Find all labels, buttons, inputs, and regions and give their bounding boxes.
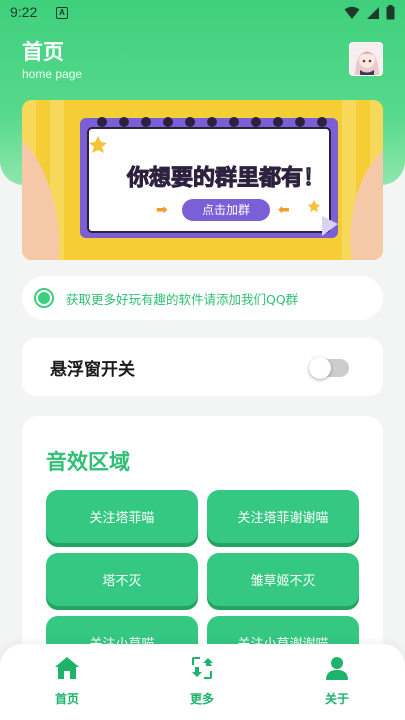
avatar-image <box>350 43 382 75</box>
tab-about-label: 关于 <box>324 692 349 706</box>
radio-dot-icon <box>34 288 54 308</box>
notification-icon: A <box>56 7 68 19</box>
more-icon <box>188 654 216 682</box>
banner-headline: 你想要的群里都有！ <box>126 166 325 192</box>
toggle-knob <box>309 357 331 379</box>
qq-group-notice[interactable]: 获取更多好玩有趣的软件请添加我们QQ群 <box>22 276 383 320</box>
bottom-tab-bar: 首页 更多 关于 <box>0 644 405 720</box>
float-window-toggle[interactable] <box>309 357 349 379</box>
join-group-banner[interactable]: 你想要的群里都有！ ➡ 点击加群 ⬅ <box>22 100 383 260</box>
status-time: 9:22 <box>10 4 38 20</box>
tab-home[interactable]: 首页 <box>27 654 107 707</box>
float-window-label: 悬浮窗开关 <box>50 359 135 380</box>
battery-icon <box>386 5 395 20</box>
sound-button[interactable]: 雏草姬不灭 <box>207 553 359 606</box>
signal-icon <box>367 6 379 19</box>
status-icons <box>344 5 395 20</box>
float-window-card: 悬浮窗开关 <box>22 338 383 396</box>
status-bar: 9:22 A <box>0 0 405 26</box>
arrow-left-icon: ⬅ <box>278 202 290 218</box>
avatar[interactable] <box>349 42 383 76</box>
tab-more[interactable]: 更多 <box>162 654 242 707</box>
tab-about[interactable]: 关于 <box>297 654 377 707</box>
tab-more-label: 更多 <box>189 692 214 706</box>
sound-button[interactable]: 塔不灭 <box>46 553 198 606</box>
sound-section-title: 音效区域 <box>46 450 130 474</box>
sound-button[interactable]: 关注塔菲谢谢喵 <box>207 490 359 543</box>
page-subtitle: home page <box>22 67 83 81</box>
sound-button[interactable]: 关注塔菲喵 <box>46 490 198 543</box>
join-group-button[interactable]: 点击加群 <box>182 199 270 221</box>
arrow-right-icon: ➡ <box>156 202 168 218</box>
page-title: 首页 <box>22 40 64 64</box>
home-icon <box>53 654 81 682</box>
tab-home-label: 首页 <box>54 692 79 706</box>
user-icon <box>323 654 351 682</box>
notice-text: 获取更多好玩有趣的软件请添加我们QQ群 <box>66 291 299 307</box>
wifi-icon <box>344 6 360 19</box>
